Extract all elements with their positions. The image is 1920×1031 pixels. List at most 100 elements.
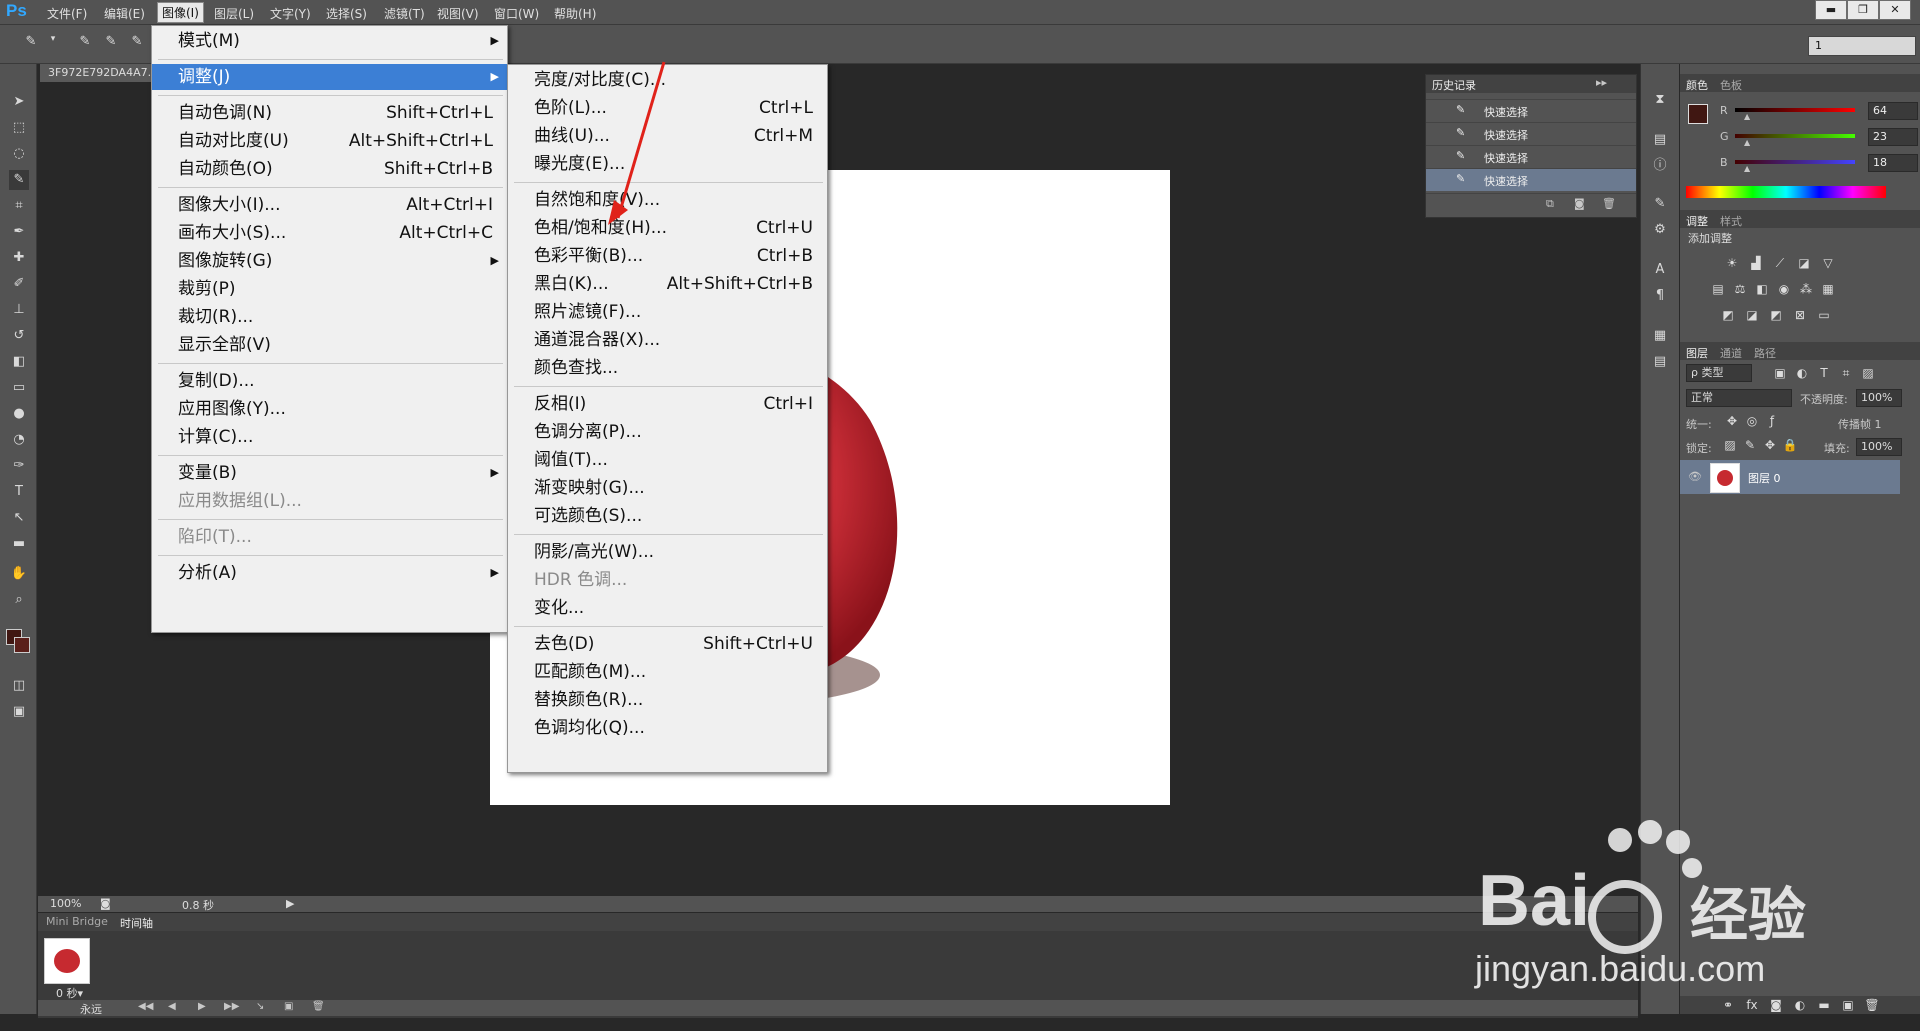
exposure-icon[interactable]: ◪ [1796, 256, 1812, 270]
move-tool-icon[interactable]: ➤ [9, 92, 29, 112]
black-white-icon[interactable]: ◧ [1754, 282, 1770, 296]
menu-0[interactable]: 文件(F) [43, 4, 91, 23]
image-menu-item[interactable]: 自动色调(N) Shift+Ctrl+L [152, 100, 507, 126]
adjust-menu-item[interactable]: 黑白(K)... Alt+Shift+Ctrl+B [508, 271, 827, 297]
info-icon[interactable]: ⓘ [1650, 156, 1670, 176]
first-frame-icon[interactable]: ◀◀ [138, 1001, 153, 1012]
tab-adjustments[interactable]: 调整 [1686, 213, 1708, 229]
brightness-icon[interactable]: ☀ [1724, 256, 1740, 270]
image-menu-item[interactable]: 变量(B) ▶ [152, 460, 507, 486]
adjust-menu-item[interactable]: 变化... [508, 595, 827, 621]
invert-icon[interactable]: ◩ [1720, 308, 1736, 322]
tab-swatches[interactable]: 色板 [1720, 77, 1742, 93]
new-selection-icon[interactable]: ✎ [76, 34, 94, 52]
adjust-menu-item[interactable]: 照片滤镜(F)... [508, 299, 827, 325]
posterize-icon[interactable]: ◪ [1744, 308, 1760, 322]
image-menu-item[interactable]: 图像旋转(G) ▶ [152, 248, 507, 274]
image-menu-item[interactable]: 调整(J) ▶ [152, 64, 507, 90]
slider-g-handle-icon[interactable]: ▲ [1744, 138, 1750, 147]
adjust-menu-item[interactable]: 反相(I) Ctrl+I [508, 391, 827, 417]
tab-mini-bridge[interactable]: Mini Bridge [46, 915, 108, 928]
slider-b-handle-icon[interactable]: ▲ [1744, 164, 1750, 173]
delete-frame-icon[interactable]: 🗑 [312, 1001, 325, 1012]
loop-select[interactable]: 永远 [80, 1001, 102, 1017]
lasso-tool-icon[interactable]: ◌ [9, 144, 29, 164]
eraser-tool-icon[interactable]: ◧ [9, 352, 29, 372]
eyedropper-tool-icon[interactable]: ✒ [9, 222, 29, 242]
add-selection-icon[interactable]: ✎ [102, 34, 120, 52]
adjust-menu-item[interactable]: 渐变映射(G)... [508, 475, 827, 501]
crop-tool-icon[interactable]: ⌗ [9, 196, 29, 216]
image-menu-item[interactable]: 分析(A) ▶ [152, 560, 507, 586]
filter-type-icon[interactable]: T [1816, 366, 1832, 380]
lock-move-icon[interactable]: ✥ [1762, 438, 1778, 452]
marquee-tool-icon[interactable]: ⬚ [9, 118, 29, 138]
pen-tool-icon[interactable]: ✑ [9, 456, 29, 476]
image-menu-item[interactable]: 自动对比度(U) Alt+Shift+Ctrl+L [152, 128, 507, 154]
dropdown-arrow-icon[interactable]: ▾ [44, 34, 62, 52]
close-button[interactable]: ✕ [1879, 0, 1911, 20]
image-menu-item[interactable]: 自动颜色(O) Shift+Ctrl+B [152, 156, 507, 182]
menu-8[interactable]: 窗口(W) [490, 4, 543, 23]
image-menu-item[interactable]: 裁切(R)... [152, 304, 507, 330]
filter-smart-icon[interactable]: ▨ [1860, 366, 1876, 380]
menu-3[interactable]: 图层(L) [210, 4, 258, 23]
color-balance-icon[interactable]: ⚖ [1732, 282, 1748, 296]
layer-filter-select[interactable]: ρ 类型 [1686, 364, 1752, 382]
minimize-button[interactable]: ▬ [1815, 0, 1847, 20]
history-row[interactable]: ✎ 快速选择 [1426, 168, 1636, 191]
adjust-menu-item[interactable]: 去色(D) Shift+Ctrl+U [508, 631, 827, 657]
menu-1[interactable]: 编辑(E) [100, 4, 149, 23]
zoom-tool-icon[interactable]: ⌕ [9, 590, 29, 610]
brush-tool-icon[interactable]: ✐ [9, 274, 29, 294]
notes-icon[interactable]: ▤ [1650, 352, 1670, 372]
new-document-icon[interactable]: ⧉ [1546, 197, 1554, 211]
tab-paths[interactable]: 路径 [1754, 345, 1776, 361]
character-icon[interactable]: A [1650, 260, 1670, 280]
image-menu-item[interactable]: 模式(M) ▶ [152, 28, 507, 54]
hue-sat-icon[interactable]: ▤ [1710, 282, 1726, 296]
lock-all-icon[interactable]: 🔒 [1782, 438, 1798, 452]
clone-stamp-icon[interactable]: ⊥ [9, 300, 29, 320]
quick-select-tool-icon[interactable]: ✎ [9, 170, 29, 190]
history-brush-icon[interactable]: ↺ [9, 326, 29, 346]
frame-delay[interactable]: 0 秒▾ [56, 985, 83, 1001]
unify-position-icon[interactable]: ✥ [1724, 414, 1740, 428]
restore-button[interactable]: ❐ [1847, 0, 1879, 20]
adjust-menu-item[interactable]: 替换颜色(R)... [508, 687, 827, 713]
selective-color-icon[interactable]: ⊠ [1792, 308, 1808, 322]
path-select-icon[interactable]: ↖ [9, 508, 29, 528]
paragraph-icon[interactable]: ¶ [1650, 286, 1670, 306]
adjust-menu-item[interactable]: 色调分离(P)... [508, 419, 827, 445]
image-menu-item[interactable]: 复制(D)... [152, 368, 507, 394]
filter-shape-icon[interactable]: ⌗ [1838, 366, 1854, 380]
hand-tool-icon[interactable]: ✋ [9, 564, 29, 584]
menu-9[interactable]: 帮助(H) [550, 4, 600, 23]
eye-icon[interactable]: 👁 [1688, 470, 1702, 483]
zoom-level[interactable]: 100% [50, 897, 81, 910]
duplicate-frame-icon[interactable]: ▣ [284, 1001, 293, 1012]
tab-timeline[interactable]: 时间轴 [120, 915, 153, 931]
unify-style-icon[interactable]: ƒ [1764, 414, 1780, 428]
dodge-tool-icon[interactable]: ◔ [9, 430, 29, 450]
image-menu-item[interactable]: 应用图像(Y)... [152, 396, 507, 422]
trash-icon[interactable]: 🗑 [1602, 197, 1616, 210]
play-button-icon[interactable]: ▶ [198, 1001, 206, 1012]
levels-icon[interactable]: ▟ [1748, 256, 1764, 270]
history-row[interactable]: ✎ 快速选择 [1426, 145, 1636, 168]
gradient-map-icon[interactable]: ▭ [1816, 308, 1832, 322]
type-tool-icon[interactable]: T [9, 482, 29, 502]
adjust-menu-item[interactable]: 阈值(T)... [508, 447, 827, 473]
slider-r[interactable] [1735, 108, 1855, 112]
frame-thumbnail[interactable] [44, 938, 90, 984]
slider-b[interactable] [1735, 160, 1855, 164]
gradient-tool-icon[interactable]: ▭ [9, 378, 29, 398]
adjust-menu-item[interactable]: 色调均化(Q)... [508, 715, 827, 741]
input-g[interactable]: 23 [1868, 128, 1918, 146]
slider-r-handle-icon[interactable]: ▲ [1744, 112, 1750, 121]
history-icon[interactable]: ⧗ [1650, 90, 1670, 110]
menu-7[interactable]: 视图(V) [433, 4, 483, 23]
adjust-menu-item[interactable]: 色彩平衡(B)... Ctrl+B [508, 243, 827, 269]
healing-brush-icon[interactable]: ✚ [9, 248, 29, 268]
slider-g[interactable] [1735, 134, 1855, 138]
